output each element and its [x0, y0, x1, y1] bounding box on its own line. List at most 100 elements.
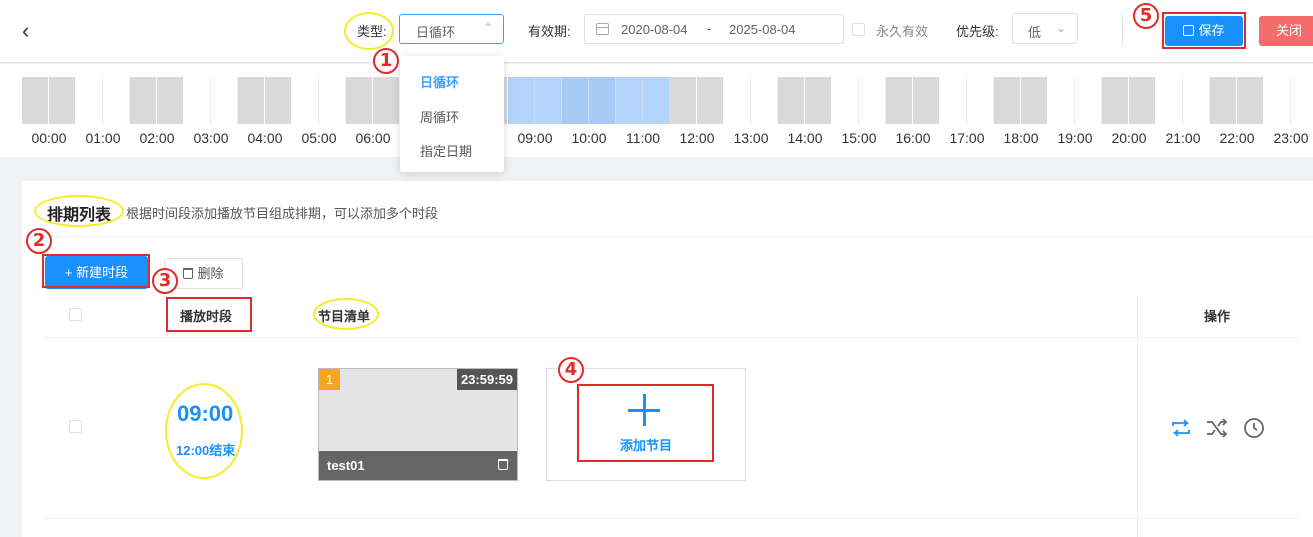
timeline-hour-label: 00:00: [31, 130, 67, 146]
trash-icon[interactable]: [498, 459, 508, 470]
timeline-hour-label: 16:00: [895, 130, 931, 146]
timeline-slot[interactable]: [589, 77, 616, 124]
timeline-slot[interactable]: [1021, 77, 1048, 124]
timeline-slot[interactable]: [1156, 77, 1183, 124]
step-marker: 3: [152, 268, 178, 294]
program-footer: test01: [319, 451, 517, 480]
timeline-slot[interactable]: [1129, 77, 1156, 124]
timeline-hour-label: 21:00: [1165, 130, 1201, 146]
timeline-slot[interactable]: [805, 77, 832, 124]
annotation-box: [577, 384, 714, 462]
timeline-slot[interactable]: [967, 77, 994, 124]
timeline-hour-label: 11:00: [626, 130, 660, 146]
type-select[interactable]: 日循环 ⌃: [399, 14, 504, 44]
date-range-picker[interactable]: 2020-08-04 - 2025-08-04: [584, 14, 844, 44]
program-index: 1: [319, 369, 340, 390]
timeline-slot[interactable]: [157, 77, 184, 124]
clock-icon[interactable]: [1242, 417, 1266, 439]
divider: [1122, 14, 1123, 46]
timeline-slot[interactable]: [49, 77, 76, 124]
program-duration: 23:59:59: [456, 369, 517, 390]
timeline-slot[interactable]: [1102, 77, 1129, 124]
close-button[interactable]: 关闭: [1259, 16, 1313, 46]
priority-select-value: 低: [1028, 25, 1042, 40]
dropdown-option-date[interactable]: 指定日期: [420, 141, 472, 160]
dropdown-option-daily[interactable]: 日循环: [420, 72, 459, 91]
timeline-slot[interactable]: [832, 77, 859, 124]
annotation-box: [1162, 12, 1246, 49]
timeline-slot[interactable]: [859, 77, 886, 124]
annotation-box: [42, 254, 150, 288]
dropdown-option-weekly[interactable]: 周循环: [420, 107, 459, 126]
priority-label: 优先级:: [956, 24, 999, 39]
timeline-slot[interactable]: [724, 77, 751, 124]
timeline-slot[interactable]: [778, 77, 805, 124]
type-dropdown: 日循环 周循环 指定日期: [400, 56, 504, 172]
timeline-slot[interactable]: [913, 77, 940, 124]
timeline-slot[interactable]: [616, 77, 643, 124]
calendar-icon: [596, 23, 609, 35]
divider: [42, 337, 1298, 338]
select-all-checkbox[interactable]: [69, 308, 82, 321]
timeline-slot[interactable]: [1048, 77, 1075, 124]
trash-icon: [183, 268, 194, 279]
repeat-icon[interactable]: [1169, 417, 1193, 439]
timeline-hour-label: 02:00: [139, 130, 175, 146]
validity-label: 有效期:: [528, 24, 571, 39]
timeline-slot[interactable]: [373, 77, 400, 124]
timeline-hour-label: 05:00: [301, 130, 337, 146]
timeline-slot[interactable]: [886, 77, 913, 124]
timeline-slot[interactable]: [670, 77, 697, 124]
date-end[interactable]: 2025-08-04: [729, 22, 796, 37]
timeline-hour-label: 04:00: [247, 130, 283, 146]
timeline-slot[interactable]: [1210, 77, 1237, 124]
timeline-slot[interactable]: [211, 77, 238, 124]
divider: [1137, 296, 1138, 537]
timeline-slot[interactable]: [130, 77, 157, 124]
timeline-slot[interactable]: [292, 77, 319, 124]
timeline-slot[interactable]: [697, 77, 724, 124]
timeline-hour-label: 12:00: [679, 130, 715, 146]
timeline-slot[interactable]: [238, 77, 265, 124]
divider: [22, 236, 1313, 237]
timeline-slot[interactable]: [508, 77, 535, 124]
timeline-slot[interactable]: [346, 77, 373, 124]
schedule-description: 根据时间段添加播放节目组成排期，可以添加多个时段: [126, 206, 439, 221]
timeline-slot[interactable]: [22, 77, 49, 124]
column-actions: 操作: [1204, 309, 1231, 324]
timeline-slot[interactable]: [940, 77, 967, 124]
date-start[interactable]: 2020-08-04: [621, 22, 688, 37]
highlight-ring: [313, 298, 379, 330]
highlight-ring: [344, 12, 394, 50]
annotation-box: [166, 297, 252, 332]
timeline-slot[interactable]: [1075, 77, 1102, 124]
timeline-slot[interactable]: [1183, 77, 1210, 124]
timeline-slot[interactable]: [994, 77, 1021, 124]
timeline-slot[interactable]: [562, 77, 589, 124]
step-marker: 1: [373, 48, 399, 74]
program-name: test01: [327, 458, 365, 473]
program-card[interactable]: 1 23:59:59 test01: [318, 368, 518, 481]
timeline-slot[interactable]: [751, 77, 778, 124]
timeline-slot[interactable]: [1264, 77, 1291, 124]
type-select-value: 日循环: [416, 25, 456, 40]
permanent-checkbox[interactable]: [852, 23, 865, 36]
row-checkbox[interactable]: [69, 420, 82, 433]
timeline-slot[interactable]: [319, 77, 346, 124]
timeline-bar[interactable]: [22, 77, 1313, 124]
timeline-hour-label: 13:00: [733, 130, 769, 146]
highlight-ring: [34, 195, 124, 227]
back-icon[interactable]: ‹: [22, 18, 29, 44]
timeline-hour-label: 19:00: [1057, 130, 1093, 146]
timeline-slot[interactable]: [535, 77, 562, 124]
timeline-slot[interactable]: [1237, 77, 1264, 124]
timeline-hour-label: 15:00: [841, 130, 877, 146]
timeline-slot[interactable]: [184, 77, 211, 124]
timeline-slot[interactable]: [76, 77, 103, 124]
timeline-hour-label: 23:00: [1273, 130, 1309, 146]
timeline-slot[interactable]: [265, 77, 292, 124]
priority-select[interactable]: 低 ⌄: [1012, 13, 1078, 44]
timeline-slot[interactable]: [643, 77, 670, 124]
shuffle-icon[interactable]: [1205, 417, 1229, 439]
timeline-slot[interactable]: [103, 77, 130, 124]
